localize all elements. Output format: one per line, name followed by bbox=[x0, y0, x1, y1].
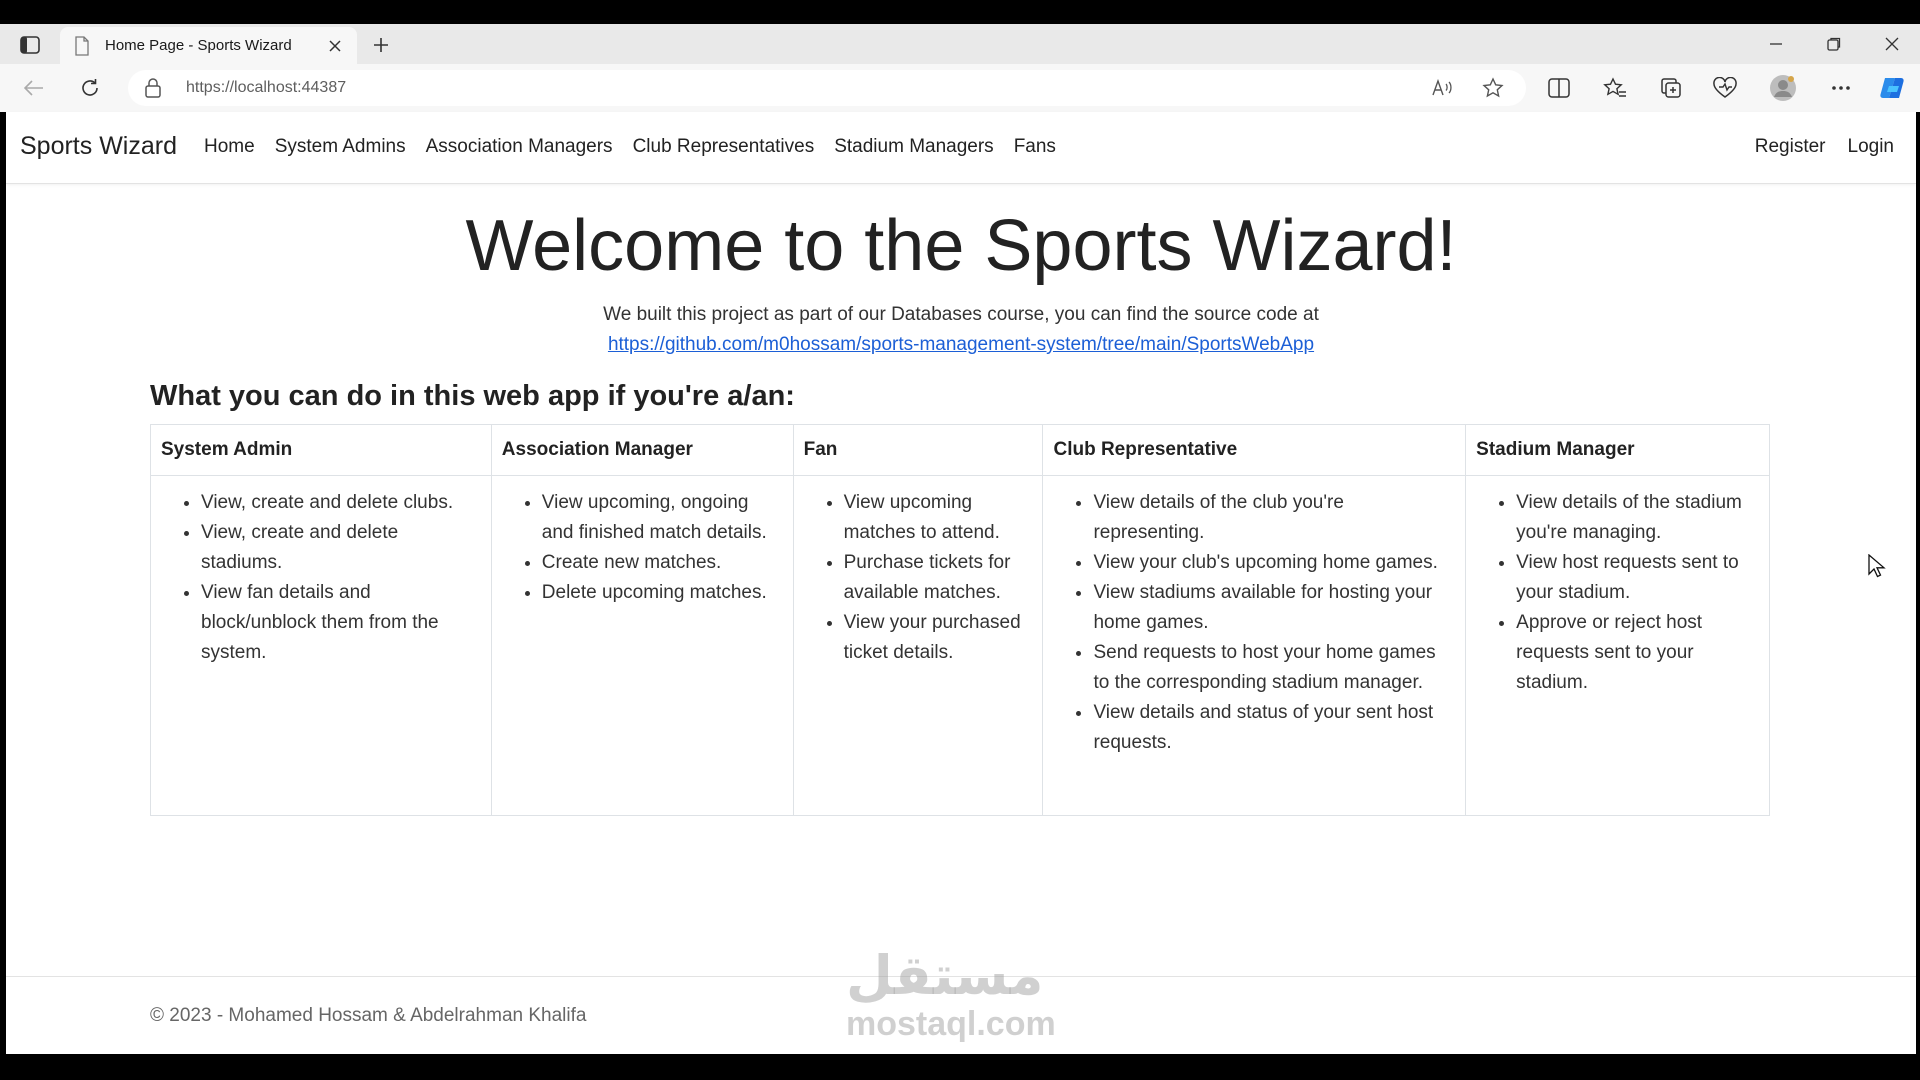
collections-icon[interactable] bbox=[1656, 74, 1686, 102]
list-item: Delete upcoming matches. bbox=[542, 578, 783, 608]
close-icon[interactable] bbox=[321, 32, 349, 60]
abilities-list: View upcoming matches to attend. Purchas… bbox=[804, 488, 1033, 668]
list-item: View stadiums available for hosting your… bbox=[1093, 578, 1455, 638]
nav-system-admins[interactable]: System Admins bbox=[275, 136, 406, 158]
list-item: View host requests sent to your stadium. bbox=[1516, 548, 1759, 608]
profile-icon[interactable] bbox=[1768, 74, 1798, 102]
list-item: Create new matches. bbox=[542, 548, 783, 578]
site-navbar: Sports Wizard Home System Admins Associa… bbox=[6, 112, 1916, 184]
url-text[interactable]: https://localhost:44387 bbox=[186, 79, 346, 97]
list-item: View details of the stadium you're manag… bbox=[1516, 488, 1759, 548]
restore-icon[interactable] bbox=[1814, 30, 1854, 58]
favorites-icon[interactable] bbox=[1600, 74, 1630, 102]
role-header: System Admin bbox=[150, 424, 492, 476]
abilities-list: View, create and delete clubs. View, cre… bbox=[161, 488, 481, 668]
copyright-text: © 2023 - Mohamed Hossam & Abdelrahman Kh… bbox=[150, 1005, 587, 1026]
tab-title: Home Page - Sports Wizard bbox=[105, 37, 292, 54]
source-code-link[interactable]: https://github.com/m0hossam/sports-manag… bbox=[608, 334, 1314, 356]
favorite-star-icon[interactable] bbox=[1480, 76, 1506, 100]
read-aloud-icon[interactable] bbox=[1430, 76, 1456, 100]
hero: Welcome to the Sports Wizard! We built t… bbox=[6, 204, 1916, 356]
refresh-icon[interactable] bbox=[74, 73, 106, 103]
roles-table: System Admin Association Manager Fan Clu… bbox=[150, 424, 1770, 816]
list-item: View upcoming, ongoing and finished matc… bbox=[542, 488, 783, 548]
copilot-icon[interactable] bbox=[1878, 74, 1908, 102]
list-item: View your purchased ticket details. bbox=[844, 608, 1033, 668]
split-screen-icon[interactable] bbox=[1544, 74, 1574, 102]
auth-links: Register Login bbox=[1755, 136, 1894, 158]
close-window-icon[interactable] bbox=[1872, 30, 1912, 58]
brand-link[interactable]: Sports Wizard bbox=[20, 132, 177, 161]
more-icon[interactable] bbox=[1826, 74, 1856, 102]
nav-home[interactable]: Home bbox=[204, 136, 255, 158]
table-header-row: System Admin Association Manager Fan Clu… bbox=[150, 424, 1770, 476]
list-item: View your club's upcoming home games. bbox=[1093, 548, 1455, 578]
lock-icon[interactable] bbox=[144, 78, 164, 98]
list-item: Send requests to host your home games to… bbox=[1093, 638, 1455, 698]
nav-club-representatives[interactable]: Club Representatives bbox=[633, 136, 815, 158]
address-bar-row: https://localhost:44387 bbox=[0, 64, 1920, 112]
tab-strip: Home Page - Sports Wizard bbox=[0, 24, 1920, 64]
abilities-list: View details of the club you're represen… bbox=[1053, 488, 1455, 758]
role-abilities-cell: View details of the club you're represen… bbox=[1042, 475, 1467, 816]
role-header: Association Manager bbox=[490, 424, 794, 476]
tab-actions-icon[interactable] bbox=[14, 32, 46, 58]
minimize-icon[interactable] bbox=[1756, 30, 1796, 58]
list-item: Purchase tickets for available matches. bbox=[844, 548, 1033, 608]
role-header: Club Representative bbox=[1042, 424, 1467, 476]
role-abilities-cell: View details of the stadium you're manag… bbox=[1465, 475, 1770, 816]
abilities-list: View upcoming, ongoing and finished matc… bbox=[502, 488, 783, 608]
list-item: View details and status of your sent hos… bbox=[1093, 698, 1455, 758]
nav-association-managers[interactable]: Association Managers bbox=[426, 136, 613, 158]
hero-subtitle: We built this project as part of our Dat… bbox=[603, 304, 1319, 325]
nav-stadium-managers[interactable]: Stadium Managers bbox=[834, 136, 993, 158]
list-item: View, create and delete stadiums. bbox=[201, 518, 481, 578]
browser-essentials-icon[interactable] bbox=[1710, 74, 1740, 102]
mouse-cursor-icon bbox=[1868, 554, 1886, 578]
list-item: Approve or reject host requests sent to … bbox=[1516, 608, 1759, 698]
web-page: Sports Wizard Home System Admins Associa… bbox=[6, 112, 1916, 1054]
nav-links: Home System Admins Association Managers … bbox=[204, 136, 1056, 158]
register-link[interactable]: Register bbox=[1755, 136, 1826, 158]
nav-fans[interactable]: Fans bbox=[1014, 136, 1056, 158]
role-abilities-cell: View, create and delete clubs. View, cre… bbox=[150, 475, 492, 816]
list-item: View fan details and block/unblock them … bbox=[201, 578, 481, 668]
plus-icon[interactable] bbox=[367, 31, 395, 59]
role-header: Fan bbox=[792, 424, 1044, 476]
page-favicon bbox=[74, 35, 92, 56]
list-item: View, create and delete clubs. bbox=[201, 488, 481, 518]
url-bar[interactable]: https://localhost:44387 bbox=[128, 70, 1526, 106]
site-footer: © 2023 - Mohamed Hossam & Abdelrahman Kh… bbox=[6, 976, 1916, 1054]
role-abilities-cell: View upcoming, ongoing and finished matc… bbox=[490, 475, 794, 816]
list-item: View upcoming matches to attend. bbox=[844, 488, 1033, 548]
back-icon[interactable] bbox=[18, 73, 50, 103]
page-title: Welcome to the Sports Wizard! bbox=[465, 206, 1457, 286]
login-link[interactable]: Login bbox=[1848, 136, 1895, 158]
role-header: Stadium Manager bbox=[1465, 424, 1770, 476]
role-abilities-cell: View upcoming matches to attend. Purchas… bbox=[792, 475, 1044, 816]
abilities-list: View details of the stadium you're manag… bbox=[1476, 488, 1759, 698]
roles-section-title: What you can do in this web app if you'r… bbox=[150, 380, 795, 412]
table-row: View, create and delete clubs. View, cre… bbox=[150, 475, 1770, 816]
browser-tab[interactable]: Home Page - Sports Wizard bbox=[60, 27, 357, 64]
list-item: View details of the club you're represen… bbox=[1093, 488, 1455, 548]
